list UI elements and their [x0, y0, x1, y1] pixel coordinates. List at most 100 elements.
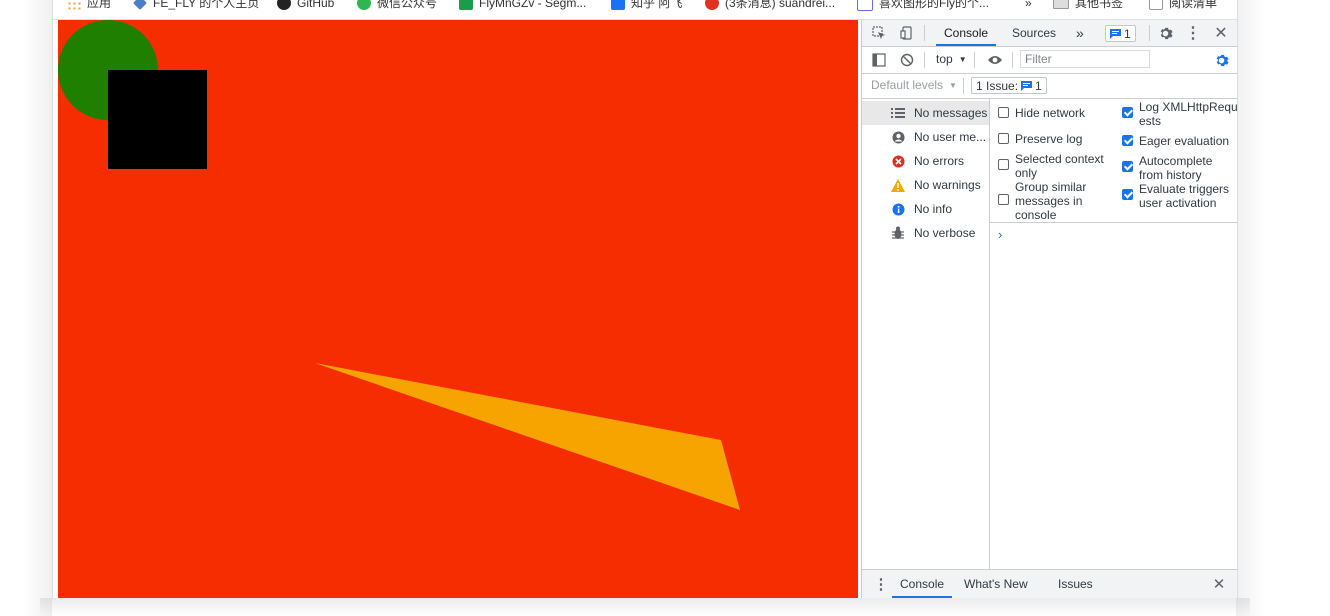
bookmark-fe-fly[interactable]: FE_FLY 的个人主页: [133, 0, 259, 12]
github-icon: [277, 0, 291, 10]
sidebar-item-label: No messages: [914, 106, 988, 120]
sidebar-toggle-icon[interactable]: [870, 51, 888, 69]
info-icon: [886, 203, 910, 216]
apps-grid-icon: [67, 0, 81, 10]
user-icon: [886, 131, 910, 144]
autocomplete-option[interactable]: Autocomplete from history: [1122, 154, 1226, 182]
bookmarks-bar: 应用 FE_FLY 的个人主页 GitHub 微信公众号 FlyMnGZv - …: [53, 0, 1237, 20]
drawer-tab-issues[interactable]: Issues: [1058, 570, 1093, 598]
bookmark-other-folder[interactable]: 其他书签: [1053, 0, 1123, 12]
bookmark-label: 微信公众号: [377, 0, 438, 10]
bookmark-label: 阅读清单: [1169, 0, 1218, 10]
default-levels-select[interactable]: Default levels ▼: [871, 78, 957, 92]
autocomplete-checkbox[interactable]: [1122, 161, 1133, 172]
option-label: Preserve log: [1015, 132, 1083, 146]
hide-network-checkbox[interactable]: [998, 107, 1009, 118]
reading-list-icon: [1149, 0, 1163, 10]
issues-button[interactable]: 1 Issue: 1: [971, 77, 1047, 94]
sidebar-item-user-messages[interactable]: No user me...: [862, 125, 989, 149]
bookmark-label: FlyMnGZv - Segm...: [479, 0, 587, 10]
console-settings-gear-icon[interactable]: [1212, 51, 1230, 69]
error-icon: [886, 155, 910, 168]
bookmarks-overflow-button[interactable]: »: [1025, 0, 1032, 12]
issues-button-count: 1: [1035, 78, 1042, 93]
filter-input[interactable]: [1020, 50, 1150, 68]
orange-triangle: [315, 363, 740, 510]
segmentfault-icon: [459, 0, 473, 10]
issues-button-label: 1 Issue:: [976, 78, 1019, 93]
issues-badge[interactable]: 1: [1105, 25, 1136, 42]
evaluate-triggers-checkbox[interactable]: [1122, 189, 1133, 200]
bookmark-segmentfault[interactable]: FlyMnGZv - Segm...: [459, 0, 586, 12]
bookmark-fly-profile[interactable]: 喜欢图形的Fly的个...: [857, 0, 989, 12]
bookmark-github[interactable]: GitHub: [277, 0, 334, 12]
message-icon: [1110, 28, 1121, 39]
tab-console[interactable]: Console: [935, 20, 997, 46]
preserve-log-option[interactable]: Preserve log: [998, 132, 1108, 146]
option-label: Group similar messages in console: [1015, 180, 1087, 222]
more-options-icon[interactable]: ⋮: [1184, 24, 1202, 42]
sidebar-item-messages[interactable]: No messages: [862, 101, 989, 125]
option-label: Evaluate triggers user activation: [1139, 182, 1230, 210]
context-select[interactable]: top ▼: [936, 52, 967, 66]
wechat-icon: [357, 0, 371, 10]
settings-gear-icon[interactable]: [1156, 24, 1174, 42]
preserve-log-checkbox[interactable]: [998, 133, 1009, 144]
more-tabs-button[interactable]: »: [1076, 20, 1084, 46]
bookmark-csdn[interactable]: (3条消息) suandrei...: [705, 0, 835, 12]
selected-context-checkbox[interactable]: [998, 159, 1009, 170]
sidebar-item-warnings[interactable]: No warnings: [862, 173, 989, 197]
inspect-element-icon[interactable]: [870, 24, 888, 42]
csdn-icon: [705, 0, 719, 10]
default-levels-label: Default levels: [871, 78, 944, 92]
bookmark-wechat[interactable]: 微信公众号: [357, 0, 437, 12]
selected-context-option[interactable]: Selected context only: [998, 152, 1110, 180]
drawer-tab-console[interactable]: Console: [891, 570, 953, 598]
eager-evaluation-option[interactable]: Eager evaluation: [1122, 134, 1237, 148]
drawer-menu-icon[interactable]: ⋮: [872, 575, 890, 593]
hide-network-option[interactable]: Hide network: [998, 106, 1108, 120]
bookmark-label: 知乎 阿飞: [631, 0, 683, 10]
option-label: Selected context only: [1015, 152, 1104, 180]
device-toolbar-icon[interactable]: [898, 24, 916, 42]
reading-list-button[interactable]: 阅读清单: [1149, 0, 1217, 12]
log-xhr-checkbox[interactable]: [1122, 107, 1133, 118]
dropdown-triangle-icon: ▼: [949, 80, 957, 90]
log-xhr-option[interactable]: Log XMLHttpRequests: [1122, 100, 1237, 128]
close-devtools-icon[interactable]: ✕: [1212, 24, 1230, 42]
sidebar-item-label: No info: [914, 202, 953, 216]
context-select-value: top: [936, 52, 953, 66]
issues-badge-count: 1: [1124, 26, 1131, 41]
tab-sources[interactable]: Sources: [1012, 20, 1056, 46]
group-similar-checkbox[interactable]: [998, 194, 1009, 205]
option-label: Eager evaluation: [1139, 134, 1230, 148]
clear-console-icon[interactable]: [898, 51, 916, 69]
bookmark-zhihu[interactable]: 知乎 阿飞: [611, 0, 682, 12]
warning-icon: [886, 178, 910, 192]
bookmark-label: 喜欢图形的Fly的个...: [879, 0, 989, 10]
canvas-drawing: [58, 20, 740, 510]
live-expression-eye-icon[interactable]: [986, 51, 1004, 69]
calendar-icon: [857, 0, 873, 11]
bookmark-label: GitHub: [297, 0, 335, 10]
evaluate-triggers-option[interactable]: Evaluate triggers user activation: [1122, 182, 1234, 210]
console-prompt[interactable]: ›: [998, 227, 1002, 242]
sidebar-item-verbose[interactable]: No verbose: [862, 221, 989, 245]
drawer-tab-whats-new[interactable]: What's New: [964, 570, 1028, 598]
bookmark-label: (3条消息) suandrei...: [725, 0, 836, 10]
bookmark-label: 应用: [87, 0, 112, 10]
folder-icon: [1053, 0, 1069, 9]
message-icon: [1021, 80, 1033, 91]
chevron-double-right-icon: »: [1025, 0, 1032, 10]
browser-window: 应用 FE_FLY 的个人主页 GitHub 微信公众号 FlyMnGZv - …: [52, 0, 1238, 598]
sidebar-item-info[interactable]: No info: [862, 197, 989, 221]
close-drawer-icon[interactable]: ✕: [1210, 575, 1228, 593]
group-similar-option[interactable]: Group similar messages in console: [998, 180, 1108, 222]
dropdown-triangle-icon: ▼: [958, 54, 967, 64]
sidebar-item-errors[interactable]: No errors: [862, 149, 989, 173]
sidebar-item-label: No errors: [914, 154, 965, 168]
eager-evaluation-checkbox[interactable]: [1122, 135, 1133, 146]
bookmark-apps[interactable]: 应用: [67, 0, 111, 12]
console-settings-pane: Hide network Preserve log Selected conte…: [990, 99, 1237, 223]
black-square: [108, 70, 207, 169]
